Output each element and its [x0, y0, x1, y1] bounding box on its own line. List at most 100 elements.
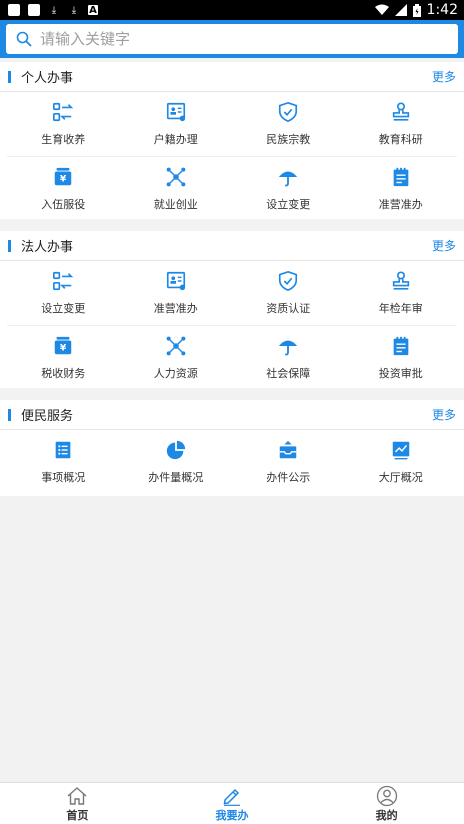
service-item[interactable]: 设立变更 — [232, 157, 345, 221]
id-card-icon — [165, 270, 187, 292]
service-label: 设立变更 — [41, 302, 86, 315]
service-item[interactable]: 办件量概况 — [120, 430, 233, 494]
more-link[interactable]: 更多 — [432, 406, 456, 423]
service-label: 资质认证 — [266, 302, 311, 315]
section-personal-affairs: 个人办事 更多 生育收养 户籍办理 民族宗教 教育科研 入伍服役 就业创业 设立… — [0, 62, 464, 219]
tab-mine[interactable]: 我的 — [309, 783, 464, 824]
list-icon — [52, 439, 74, 461]
service-grid: 生育收养 户籍办理 民族宗教 教育科研 入伍服役 就业创业 设立变更 准营准办 — [0, 92, 464, 221]
swap-icon — [52, 101, 74, 123]
download-icon: ⤓ — [51, 4, 57, 16]
service-item[interactable]: 生育收养 — [7, 92, 120, 156]
service-item[interactable]: 税收财务 — [7, 326, 120, 390]
id-card-icon — [165, 101, 187, 123]
service-item[interactable]: 教育科研 — [345, 92, 458, 156]
service-item[interactable]: 准营准办 — [120, 261, 233, 325]
umbrella-icon — [277, 335, 299, 357]
yen-box-icon — [52, 166, 74, 188]
signal-icon — [394, 4, 407, 16]
app-notification-icon: A — [88, 4, 98, 16]
network-icon — [165, 335, 187, 357]
service-item[interactable]: 就业创业 — [120, 157, 233, 221]
tab-home[interactable]: 首页 — [0, 783, 155, 824]
swap-icon — [52, 270, 74, 292]
service-label: 户籍办理 — [153, 133, 198, 146]
section-accent-bar — [8, 70, 11, 83]
service-item[interactable]: 年检年审 — [345, 261, 458, 325]
yen-box-icon — [52, 335, 74, 357]
more-link[interactable]: 更多 — [432, 68, 456, 85]
section-public-services: 便民服务 更多 事项概况 办件量概况 办件公示 大厅概况 — [0, 400, 464, 496]
service-item[interactable]: 社会保障 — [232, 326, 345, 390]
shield-icon — [277, 101, 299, 123]
pencil-icon — [223, 788, 240, 806]
service-label: 办件公示 — [266, 471, 311, 484]
service-item[interactable]: 投资审批 — [345, 326, 458, 390]
service-item[interactable]: 大厅概况 — [345, 430, 458, 494]
service-label: 准营准办 — [153, 302, 198, 315]
service-label: 生育收养 — [41, 133, 86, 146]
service-label: 就业创业 — [153, 198, 198, 211]
bottom-tab-bar: 首页 我要办 我的 — [0, 782, 464, 824]
service-label: 社会保障 — [266, 367, 311, 380]
service-label: 准营准办 — [378, 198, 423, 211]
section-accent-bar — [8, 239, 11, 252]
section-corporate-affairs: 法人办事 更多 设立变更 准营准办 资质认证 年检年审 税收财务 人力资源 社会… — [0, 231, 464, 388]
service-item[interactable]: 办件公示 — [232, 430, 345, 494]
service-item[interactable]: 设立变更 — [7, 261, 120, 325]
service-grid: 设立变更 准营准办 资质认证 年检年审 税收财务 人力资源 社会保障 投资审批 — [0, 261, 464, 390]
service-item[interactable]: 户籍办理 — [120, 92, 233, 156]
pie-chart-icon — [165, 439, 187, 461]
service-label: 设立变更 — [266, 198, 311, 211]
wifi-icon — [374, 4, 389, 15]
section-header: 法人办事 更多 — [0, 231, 464, 261]
notepad-icon — [390, 166, 412, 188]
service-grid: 事项概况 办件量概况 办件公示 大厅概况 — [0, 430, 464, 494]
umbrella-icon — [277, 166, 299, 188]
service-label: 年检年审 — [378, 302, 423, 315]
service-item[interactable]: 人力资源 — [120, 326, 233, 390]
status-bar: ⤓ ⤓ A 1:42 — [0, 0, 464, 20]
service-item[interactable]: 资质认证 — [232, 261, 345, 325]
clock: 1:42 — [426, 2, 458, 18]
service-label: 民族宗教 — [266, 133, 311, 146]
tab-label: 我要办 — [215, 808, 249, 822]
search-icon — [16, 31, 32, 47]
battery-icon — [412, 3, 421, 17]
more-link[interactable]: 更多 — [432, 237, 456, 254]
section-title: 法人办事 — [21, 240, 74, 255]
header — [0, 20, 464, 58]
user-icon — [376, 785, 397, 806]
tab-label: 首页 — [66, 808, 89, 822]
service-item[interactable]: 准营准办 — [345, 157, 458, 221]
service-label: 教育科研 — [378, 133, 423, 146]
service-item[interactable]: 民族宗教 — [232, 92, 345, 156]
service-label: 人力资源 — [153, 367, 198, 380]
service-label: 税收财务 — [41, 367, 86, 380]
search-input[interactable] — [40, 30, 458, 48]
line-chart-icon — [390, 439, 412, 461]
notification-icon — [8, 4, 20, 16]
service-label: 事项概况 — [41, 471, 86, 484]
section-header: 个人办事 更多 — [0, 62, 464, 92]
tab-label: 我的 — [375, 808, 398, 822]
notification-icon — [28, 4, 40, 16]
shield-icon — [277, 270, 299, 292]
network-icon — [165, 166, 187, 188]
stamp-icon — [390, 270, 412, 292]
home-icon — [67, 786, 87, 805]
service-item[interactable]: 入伍服役 — [7, 157, 120, 221]
service-label: 办件量概况 — [148, 471, 204, 484]
download-icon: ⤓ — [71, 4, 77, 16]
section-title: 便民服务 — [21, 409, 74, 424]
search-bar[interactable] — [6, 24, 458, 54]
stamp-icon — [390, 101, 412, 123]
notepad-icon — [390, 335, 412, 357]
service-label: 投资审批 — [378, 367, 423, 380]
section-accent-bar — [8, 408, 11, 421]
section-title: 个人办事 — [21, 71, 74, 86]
service-label: 入伍服役 — [41, 198, 86, 211]
tab-todo[interactable]: 我要办 — [155, 783, 310, 824]
service-item[interactable]: 事项概况 — [7, 430, 120, 494]
service-label: 大厅概况 — [378, 471, 423, 484]
